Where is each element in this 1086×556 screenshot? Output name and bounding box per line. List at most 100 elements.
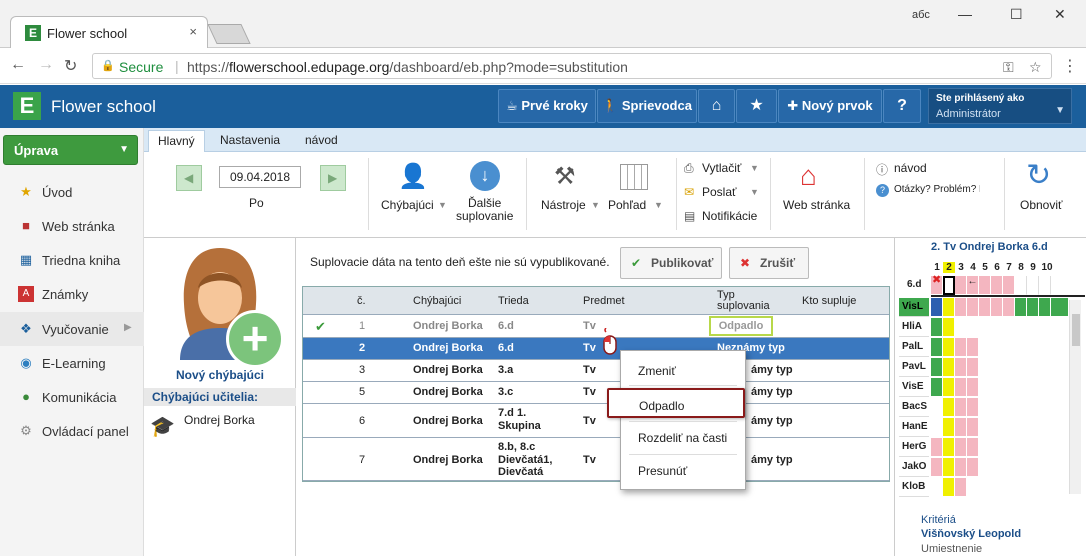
teacher-name[interactable]: PavL (899, 358, 929, 377)
teacher-name[interactable]: VisL (899, 298, 929, 317)
window-close-icon[interactable]: ✕ (1054, 6, 1066, 23)
website-house-icon[interactable]: ⌂ (800, 160, 817, 192)
teacher-timetable-row[interactable]: VisL (899, 298, 1081, 317)
table-row[interactable]: 5 Ondrej Borka 3.c Tv ámy typ (303, 382, 889, 404)
edit-mode-button[interactable]: Úprava ▼ (3, 135, 138, 165)
table-row[interactable]: 3 Ondrej Borka 3.a Tv ámy typ (303, 360, 889, 382)
teacher-name[interactable]: JakO (899, 458, 929, 477)
refresh-button[interactable]: Obnoviť (1020, 198, 1063, 212)
new-absent-link[interactable]: Nový chýbajúci (144, 368, 296, 382)
chevron-down-icon[interactable]: ▼ (591, 200, 600, 210)
tools-icon[interactable]: ⚒ (554, 162, 576, 191)
table-row[interactable]: 2 Ondrej Borka 6.d Tv Neznámy typ (303, 338, 889, 360)
teacher-timetable-row[interactable]: VisE (899, 378, 1081, 397)
send-button[interactable]: Poslať (702, 185, 737, 199)
new-item-button[interactable]: ✚ Nový prvok (778, 89, 882, 123)
teacher-name[interactable]: KloB (899, 478, 929, 497)
view-button[interactable]: Pohľad (608, 198, 646, 212)
new-tab-button[interactable] (207, 24, 251, 44)
browser-menu-icon[interactable]: ⋮ (1062, 56, 1078, 76)
chevron-down-icon[interactable]: ▼ (750, 163, 759, 173)
reload-icon[interactable]: ↻ (64, 56, 77, 76)
table-row[interactable]: 7 Ondrej Borka 8.b, 8.c Dievčatá1, Dievč… (303, 438, 889, 481)
favorites-button[interactable]: ★ (736, 89, 777, 123)
criteria-teacher[interactable]: Višňovský Leopold (921, 528, 1021, 540)
date-input[interactable]: 09.04.2018 (219, 166, 301, 188)
print-button[interactable]: Vytlačiť (702, 161, 741, 175)
info-icon[interactable]: ⓘ (876, 161, 888, 178)
tab-close-icon[interactable]: × (189, 24, 197, 39)
notifications-button[interactable]: Notifikácie (702, 209, 757, 223)
questions-link[interactable]: Otázky? Problém? N (894, 184, 980, 195)
add-absent-person-icon[interactable]: 👤 (398, 162, 428, 191)
sidebar-item-control-panel[interactable]: ⚙ Ovládací panel (0, 414, 144, 448)
chevron-down-icon[interactable]: ▼ (750, 187, 759, 197)
chevron-down-icon[interactable]: ▼ (438, 200, 447, 210)
forward-arrow-icon[interactable]: → (38, 56, 54, 74)
scrollbar-thumb[interactable] (1072, 314, 1080, 346)
teacher-timetable-row[interactable]: KloB (899, 478, 1081, 497)
view-grid-icon[interactable] (620, 164, 648, 190)
publish-button[interactable]: ✔ Publikovať (620, 247, 722, 279)
print-icon[interactable]: ⎙ (684, 161, 694, 176)
next-day-button[interactable]: ▶ (320, 165, 346, 191)
previous-day-button[interactable]: ◀ (176, 165, 202, 191)
sidebar-item-communication[interactable]: ● Komunikácia (0, 380, 144, 414)
school-name[interactable]: Flower school (51, 97, 156, 117)
menu-item-split[interactable]: Rozdeliť na časti (621, 422, 745, 452)
teacher-timetable-row[interactable]: BacS (899, 398, 1081, 417)
back-arrow-icon[interactable]: ← (10, 56, 26, 74)
sidebar-item-grades[interactable]: A Známky (0, 277, 144, 311)
teacher-name[interactable]: HanE (899, 418, 929, 437)
sidebar-item-teaching[interactable]: ❖ Vyučovanie ▶ (0, 312, 144, 346)
key-icon[interactable]: ⚿ (1003, 59, 1014, 76)
tools-button[interactable]: Nástroje (541, 198, 586, 212)
tab-guide[interactable]: návod (305, 133, 338, 147)
help-button[interactable]: ? (883, 89, 921, 123)
down-arrow-icon[interactable]: ↓ (470, 161, 500, 191)
sidebar-item-elearning[interactable]: ◉ E-Learning (0, 346, 144, 380)
row-type-cancelled[interactable]: Odpadlo (709, 316, 773, 336)
teacher-name[interactable]: VisE (899, 378, 929, 397)
timetable-scrollbar[interactable] (1069, 300, 1081, 494)
tab-main[interactable]: Hlavný (148, 130, 205, 153)
question-icon[interactable]: ? (876, 184, 889, 197)
home-button[interactable]: ⌂ (698, 89, 735, 123)
envelope-icon[interactable]: ✉ (684, 185, 694, 199)
menu-item-cancelled[interactable]: Odpadlo (607, 388, 745, 418)
website-button[interactable]: Web stránka (783, 198, 850, 212)
edupage-logo[interactable]: E (13, 92, 41, 120)
cancel-button[interactable]: ✖ Zrušiť (729, 247, 809, 279)
menu-item-change[interactable]: Zmeniť (621, 355, 745, 385)
first-steps-button[interactable]: ☕ Prvé kroky (498, 89, 596, 123)
guide-link[interactable]: návod (894, 161, 927, 175)
teacher-timetable-row[interactable]: HliA (899, 318, 1081, 337)
teacher-name[interactable]: HliA (899, 318, 929, 337)
table-row[interactable]: 6 Ondrej Borka 7.d 1. Skupina Tv ámy typ (303, 404, 889, 438)
url-input[interactable]: 🔒 Secure | https://flowerschool.edupage.… (92, 53, 1052, 79)
user-menu[interactable]: Ste prihlásený ako Administrátor ▼ (928, 88, 1072, 124)
teacher-timetable-row[interactable]: JakO (899, 458, 1081, 477)
sidebar-item-home[interactable]: ★ Úvod (0, 175, 144, 209)
sidebar-item-website[interactable]: ■ Web stránka (0, 209, 144, 243)
maximize-icon[interactable]: ☐ (1010, 6, 1023, 23)
teacher-timetable-row[interactable]: PalL (899, 338, 1081, 357)
teacher-name[interactable]: HerG (899, 438, 929, 457)
add-absent-plus-icon[interactable]: + (226, 310, 284, 368)
teacher-name[interactable]: PalL (899, 338, 929, 357)
next-substitution-label-1[interactable]: Ďalšie (468, 196, 501, 210)
bookmark-star-icon[interactable]: ☆ (1029, 59, 1042, 76)
teacher-timetable-row[interactable]: HerG (899, 438, 1081, 457)
chevron-down-icon[interactable]: ▼ (654, 200, 663, 210)
absent-button[interactable]: Chýbajúci (381, 198, 434, 212)
browser-tab[interactable]: E Flower school × (10, 16, 208, 48)
sidebar-item-classbook[interactable]: ▦ Triedna kniha (0, 243, 144, 277)
tab-settings[interactable]: Nastavenia (220, 133, 280, 147)
teacher-timetable-row[interactable]: PavL (899, 358, 1081, 377)
minimize-icon[interactable]: — (958, 6, 972, 22)
refresh-icon[interactable]: ↻ (1026, 158, 1051, 193)
teacher-name[interactable]: BacS (899, 398, 929, 417)
next-substitution-label-2[interactable]: suplovanie (456, 209, 513, 223)
user-profile-badge[interactable]: aбc (912, 9, 930, 21)
menu-item-move[interactable]: Presunúť (621, 455, 745, 485)
